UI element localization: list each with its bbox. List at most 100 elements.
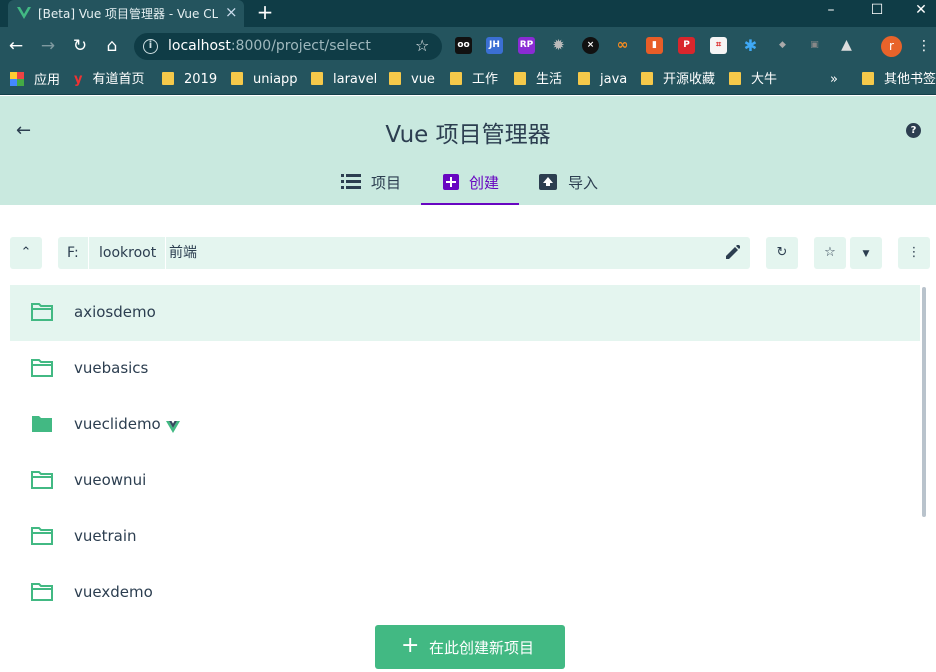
office-extension-icon[interactable]: ▮: [646, 37, 663, 54]
bookmark-daniu[interactable]: 大牛: [729, 72, 777, 88]
folder-icon: [31, 583, 53, 601]
create-button-label: 在此创建新项目: [429, 639, 535, 657]
folder-icon: [862, 72, 874, 85]
screen-extension-icon[interactable]: ▣: [806, 37, 823, 54]
tab-projects[interactable]: 项目: [341, 162, 407, 205]
maximize-icon[interactable]: ☐: [862, 0, 892, 27]
extension-jh-icon[interactable]: JH: [486, 37, 503, 54]
bookmark-other[interactable]: 其他书签: [862, 72, 936, 88]
scrollbar[interactable]: [922, 287, 926, 517]
folder-icon: [514, 72, 526, 85]
vue-logo-icon: [17, 7, 31, 19]
folder-name: vuebasics: [74, 359, 149, 377]
page-title: Vue 项目管理器: [385, 122, 551, 148]
bookmark-java[interactable]: java: [578, 72, 627, 88]
extension-icon[interactable]: oo: [455, 37, 472, 54]
pdf-extension-icon[interactable]: P: [678, 37, 695, 54]
url-text[interactable]: localhost:8000/project/select: [168, 38, 371, 54]
tab-create[interactable]: 创建: [421, 162, 519, 205]
folder-row[interactable]: vuexdemo: [10, 565, 920, 621]
snowflake-extension-icon[interactable]: ✱: [742, 37, 759, 54]
more-options-button[interactable]: ⋮: [898, 237, 930, 269]
more-vert-icon: ⋮: [907, 245, 921, 260]
path-segment[interactable]: 前端: [160, 237, 206, 269]
bookmark-youdao[interactable]: y 有道首页: [74, 72, 145, 88]
address-bar[interactable]: i localhost:8000/project/select ☆: [134, 33, 442, 60]
folder-row[interactable]: vuebasics: [10, 341, 920, 397]
folder-icon: [31, 527, 53, 545]
bookmark-vue[interactable]: vue: [389, 72, 435, 88]
path-breadcrumb: F: lookroot 前端: [58, 237, 750, 269]
window-close-icon[interactable]: ✕: [906, 0, 936, 27]
bookmark-laravel[interactable]: laravel: [311, 72, 377, 88]
new-tab-button[interactable]: +: [255, 0, 275, 27]
profile-avatar[interactable]: r: [881, 36, 902, 57]
caret-down-icon: ▼: [862, 249, 870, 259]
create-project-here-button[interactable]: + 在此创建新项目: [375, 625, 565, 669]
bookmark-life[interactable]: 生活: [514, 72, 562, 88]
plus-icon: +: [401, 633, 420, 658]
refresh-icon: ↻: [776, 245, 788, 260]
folder-icon: [162, 72, 174, 85]
folder-icon: [389, 72, 401, 85]
favorite-button[interactable]: ☆: [814, 237, 846, 269]
folder-row[interactable]: vueclidemo: [10, 397, 920, 453]
grid-extension-icon[interactable]: ⌗: [710, 37, 727, 54]
help-icon[interactable]: ?: [906, 123, 921, 138]
edit-path-icon[interactable]: [726, 245, 740, 259]
gear-extension-icon[interactable]: ✹: [550, 37, 567, 54]
browser-tab[interactable]: [Beta] Vue 项目管理器 - Vue CLI ×: [8, 0, 244, 27]
import-icon: [539, 174, 557, 190]
chevron-up-icon: ⌃: [20, 245, 32, 260]
back-arrow-icon[interactable]: ←: [6, 36, 26, 56]
tab-label: 导入: [568, 174, 599, 192]
folder-icon: [32, 416, 52, 432]
folder-icon: [231, 72, 243, 85]
folder-icon: [31, 303, 53, 321]
bookmark-2019[interactable]: 2019: [162, 72, 217, 88]
folder-row[interactable]: vueownui: [10, 453, 920, 509]
bookmarks-bar: 应用 y 有道首页 2019 uniapp laravel vue 工作 生活 j…: [0, 65, 936, 95]
folder-row[interactable]: axiosdemo: [10, 285, 920, 341]
folder-icon: [578, 72, 590, 85]
favorites-dropdown-button[interactable]: ▼: [850, 237, 882, 269]
bookmark-work[interactable]: 工作: [450, 72, 498, 88]
forward-arrow-icon[interactable]: →: [38, 36, 58, 56]
infinity-extension-icon[interactable]: ∞: [614, 37, 631, 54]
folder-row[interactable]: vuetrain: [10, 509, 920, 565]
parent-folder-button[interactable]: ⌃: [10, 237, 42, 269]
bookmark-apps[interactable]: 应用: [10, 72, 60, 88]
folder-name: vueclidemo: [74, 415, 161, 433]
home-icon[interactable]: ⌂: [102, 36, 122, 56]
browser-tabstrip: [Beta] Vue 项目管理器 - Vue CLI × + – ☐ ✕: [0, 0, 936, 27]
path-segment[interactable]: lookroot: [90, 237, 167, 269]
star-icon: ☆: [824, 245, 836, 260]
tab-close-icon[interactable]: ×: [225, 3, 238, 21]
puzzle-extension-icon[interactable]: ◆: [774, 37, 791, 54]
folder-name: vueownui: [74, 471, 147, 489]
minimize-icon[interactable]: –: [816, 0, 846, 27]
folder-icon: [31, 471, 53, 489]
refresh-button[interactable]: ↻: [766, 237, 798, 269]
youdao-icon: y: [74, 72, 83, 87]
browser-menu-icon[interactable]: ⋮: [917, 38, 931, 54]
bookmark-star-icon[interactable]: ☆: [415, 36, 429, 55]
folder-icon: [641, 72, 653, 85]
path-segment[interactable]: F:: [58, 237, 89, 269]
info-icon[interactable]: i: [143, 39, 158, 54]
bookmark-uniapp[interactable]: uniapp: [231, 72, 298, 88]
folder-name: vuexdemo: [74, 583, 153, 601]
app-header: ← Vue 项目管理器 ? 项目 创建 导入: [0, 96, 936, 205]
close-extension-icon[interactable]: ×: [582, 37, 599, 54]
tab-import[interactable]: 导入: [538, 162, 604, 205]
browser-toolbar: ← → ↻ ⌂ i localhost:8000/project/select …: [0, 27, 936, 65]
apps-grid-icon: [10, 72, 24, 86]
tab-label: 创建: [469, 174, 500, 192]
extension-rp-icon[interactable]: RP: [518, 37, 535, 54]
folder-name: vuetrain: [74, 527, 137, 545]
list-icon: [341, 174, 361, 189]
reload-icon[interactable]: ↻: [70, 36, 90, 56]
bookmark-opensource[interactable]: 开源收藏: [641, 72, 715, 88]
mountain-extension-icon[interactable]: ▲: [838, 37, 855, 54]
bookmarks-overflow-icon[interactable]: »: [830, 72, 838, 88]
